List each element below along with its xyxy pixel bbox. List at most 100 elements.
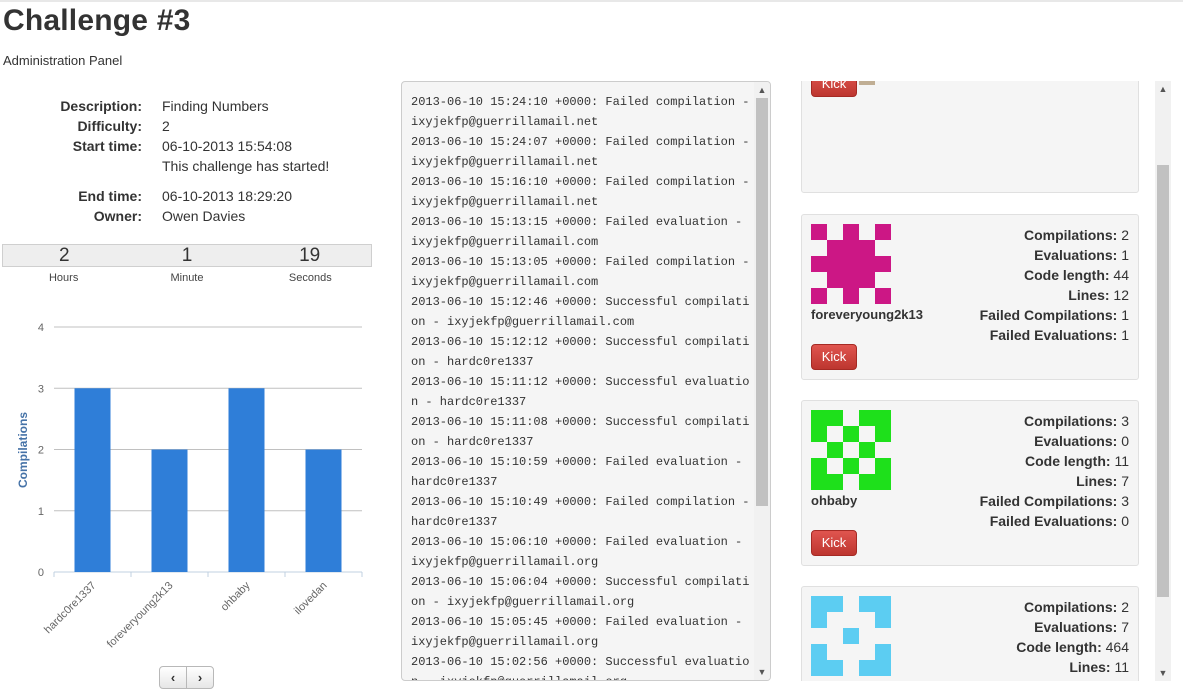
x-tick-label: foreveryoung2k13 <box>105 580 176 651</box>
minutes-label: Minute <box>170 272 204 284</box>
stat-value: 1 <box>1121 307 1129 323</box>
detail-row-start-status: This challenge has started! <box>0 156 380 186</box>
y-tick-label: 3 <box>38 383 44 395</box>
identicon-cell <box>843 272 859 288</box>
identicon-cell <box>875 288 891 304</box>
identicon-cell <box>843 256 859 272</box>
identicon-cell <box>843 458 859 474</box>
identicon-cell <box>827 660 843 676</box>
stat-label: Code length: <box>1025 453 1111 469</box>
scroll-down-icon[interactable]: ▼ <box>754 664 770 680</box>
identicon-cell <box>811 288 827 304</box>
kick-button[interactable]: Kick <box>811 81 857 97</box>
stat-value: 7 <box>1121 619 1129 635</box>
stat-value: 2 <box>1121 227 1129 243</box>
scroll-up-icon[interactable]: ▲ <box>754 82 770 98</box>
page-title: Challenge #3 <box>3 4 191 37</box>
identicon-cell <box>859 660 875 676</box>
top-border <box>0 0 1183 2</box>
scroll-up-icon[interactable]: ▲ <box>1155 81 1171 97</box>
log-entry: 2013-06-10 15:16:10 +0000: Failed compil… <box>411 175 750 209</box>
identicon-cell <box>843 224 859 240</box>
owner-value: Owen Davies <box>162 208 246 224</box>
kick-button[interactable]: Kick <box>811 344 857 370</box>
stat-row: Code length: 464 <box>1016 637 1129 657</box>
activity-log[interactable]: 2013-06-10 15:24:10 +0000: Failed compil… <box>401 81 771 681</box>
identicon-cell <box>811 612 827 628</box>
detail-row-difficulty: Difficulty: 2 <box>0 116 380 136</box>
identicon-cell <box>811 644 827 660</box>
identicon-cell <box>859 240 875 256</box>
stat-row: Evaluations: 1 <box>980 245 1129 265</box>
stat-row: Code length: 11 <box>980 451 1129 471</box>
stat-value: 0 <box>1121 513 1129 529</box>
participants-scroll-thumb[interactable] <box>1157 165 1169 597</box>
identicon-cell <box>875 426 891 442</box>
y-tick-label: 4 <box>38 322 44 334</box>
stat-row: Code length: 44 <box>980 265 1129 285</box>
identicon-cell <box>811 224 827 240</box>
identicon-cell <box>827 474 843 490</box>
participant-card: hardc0re1337Code length: 13Lines: 1Faile… <box>801 81 1139 193</box>
identicon-cell <box>875 410 891 426</box>
participants-scrollbar[interactable]: ▲ ▼ <box>1155 81 1171 681</box>
identicon-cell <box>811 256 827 272</box>
stat-row: Lines: 7 <box>980 471 1129 491</box>
log-entry: 2013-06-10 15:12:12 +0000: Successful co… <box>411 335 750 369</box>
log-entry: 2013-06-10 15:11:08 +0000: Successful co… <box>411 415 750 449</box>
participant-stats: Compilations: 2 Evaluations: 7 Code length… <box>1016 597 1129 677</box>
identicon-cell <box>827 272 843 288</box>
difficulty-label: Difficulty: <box>77 118 142 134</box>
participant-stats: Compilations: 2 Evaluations: 1 Code length… <box>980 225 1129 345</box>
stat-label: Compilations: <box>1023 413 1118 429</box>
participant-name: foreveryoung2k13 <box>811 307 923 322</box>
identicon-avatar <box>811 596 891 676</box>
stat-value: 3 <box>1121 413 1129 429</box>
participants-panel[interactable]: Compilations: 2 Evaluations: 7 Code length… <box>791 81 1171 681</box>
identicon-cell <box>827 442 843 458</box>
detail-row-owner: Owner: Owen Davies <box>0 206 380 226</box>
detail-row-description: Description: Finding Numbers <box>0 96 380 116</box>
detail-row-start: Start time: 06-10-2013 15:54:08 <box>0 136 380 156</box>
difficulty-value: 2 <box>162 118 170 134</box>
log-entry: 2013-06-10 15:13:15 +0000: Failed evalua… <box>411 215 750 249</box>
stat-label: Lines: <box>1069 659 1111 675</box>
log-scroll-thumb[interactable] <box>756 98 768 506</box>
identicon-cell <box>875 644 891 660</box>
identicon-cell <box>875 596 891 612</box>
identicon-cell <box>859 410 875 426</box>
countdown-minutes: 1 <box>181 245 193 266</box>
bar <box>151 449 188 572</box>
stat-label: Code length: <box>1023 267 1110 283</box>
identicon-avatar <box>811 224 891 304</box>
identicon-cell <box>827 256 843 272</box>
stat-label: Code length: <box>1016 639 1102 655</box>
description-value: Finding Numbers <box>162 98 269 114</box>
stat-label: Compilations: <box>1023 227 1118 243</box>
log-scrollbar[interactable]: ▲ ▼ <box>754 82 770 680</box>
pager-next-button[interactable]: › <box>187 667 213 688</box>
stat-row: Failed Compilations: 1 <box>980 305 1129 325</box>
identicon-cell <box>859 474 875 490</box>
stat-row: Compilations: 3 <box>980 411 1129 431</box>
kick-button[interactable]: Kick <box>811 530 857 556</box>
participant-card: Compilations: 2 Evaluations: 7 Code length… <box>801 586 1139 681</box>
log-entry: 2013-06-10 15:05:45 +0000: Failed evalua… <box>411 615 750 649</box>
identicon-cell <box>875 256 891 272</box>
identicon-cell <box>859 272 875 288</box>
identicon-cell <box>811 474 827 490</box>
identicon-cell <box>859 442 875 458</box>
countdown-timer: 2 1 19 <box>2 244 372 267</box>
countdown-seconds: 19 <box>299 245 321 266</box>
identicon-cell <box>875 474 891 490</box>
log-entry: 2013-06-10 15:24:07 +0000: Failed compil… <box>411 135 750 169</box>
scroll-down-icon[interactable]: ▼ <box>1155 665 1171 681</box>
pager-prev-button[interactable]: ‹ <box>160 667 187 688</box>
bar <box>74 388 111 572</box>
stat-row: Failed Evaluations: 1 <box>980 325 1129 345</box>
log-entry: 2013-06-10 15:11:12 +0000: Successful ev… <box>411 375 750 409</box>
hours-label: Hours <box>48 272 79 284</box>
stat-row: Lines: 12 <box>980 285 1129 305</box>
identicon-cell <box>843 628 859 644</box>
stat-row: Compilations: 2 <box>980 225 1129 245</box>
